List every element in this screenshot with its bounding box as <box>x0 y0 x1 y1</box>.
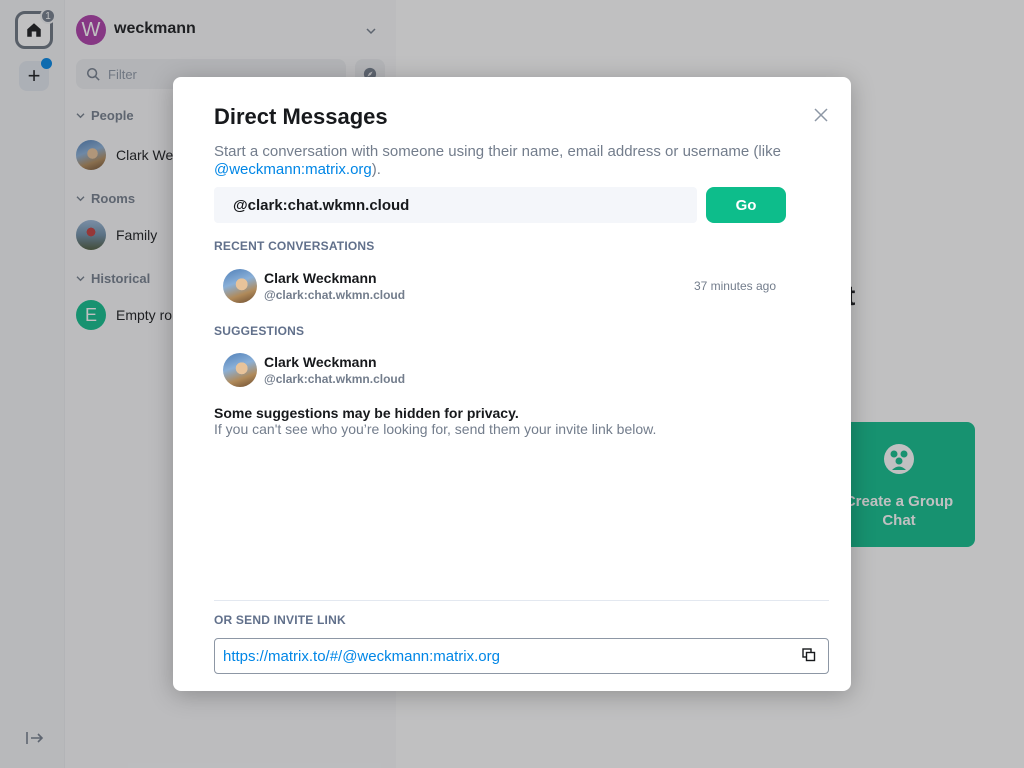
suggestion-tile[interactable]: Clark Weckmann @clark:chat.wkmn.cloud <box>223 353 783 389</box>
input-value: @clark:chat.wkmn.cloud <box>233 196 410 214</box>
direct-messages-dialog: Direct Messages Start a conversation wit… <box>173 77 851 691</box>
invite-link-header: OR SEND INVITE LINK <box>214 613 346 627</box>
privacy-heading: Some suggestions may be hidden for priva… <box>214 405 519 421</box>
invite-link[interactable]: https://matrix.to/#/@weckmann:matrix.org <box>223 648 500 665</box>
close-icon <box>814 108 828 122</box>
privacy-text: If you can't see who you’re looking for,… <box>214 421 657 437</box>
tile-name: Clark Weckmann <box>264 270 377 286</box>
suggestions-header: SUGGESTIONS <box>214 324 305 338</box>
copy-button[interactable] <box>802 648 818 664</box>
description-text: Start a conversation with someone using … <box>214 143 781 160</box>
description-end: ). <box>371 161 381 178</box>
divider <box>214 600 829 601</box>
invite-link-field[interactable]: https://matrix.to/#/@weckmann:matrix.org <box>214 638 829 674</box>
go-button[interactable]: Go <box>706 187 786 223</box>
invite-search-input[interactable]: @clark:chat.wkmn.cloud <box>214 187 697 223</box>
dialog-description: Start a conversation with someone using … <box>214 143 814 179</box>
avatar <box>223 269 257 303</box>
close-button[interactable] <box>813 107 831 125</box>
tile-user-id: @clark:chat.wkmn.cloud <box>264 288 406 302</box>
dialog-title: Direct Messages <box>214 104 388 129</box>
recent-conversation-tile[interactable]: Clark Weckmann @clark:chat.wkmn.cloud 37… <box>223 269 783 305</box>
avatar <box>223 353 257 387</box>
tile-user-id: @clark:chat.wkmn.cloud <box>264 372 406 386</box>
tile-name: Clark Weckmann <box>264 354 377 370</box>
copy-icon <box>802 648 816 662</box>
tile-timestamp: 37 minutes ago <box>693 279 776 293</box>
user-id-link[interactable]: @weckmann:matrix.org <box>214 161 372 178</box>
recent-conversations-header: RECENT CONVERSATIONS <box>214 239 375 253</box>
